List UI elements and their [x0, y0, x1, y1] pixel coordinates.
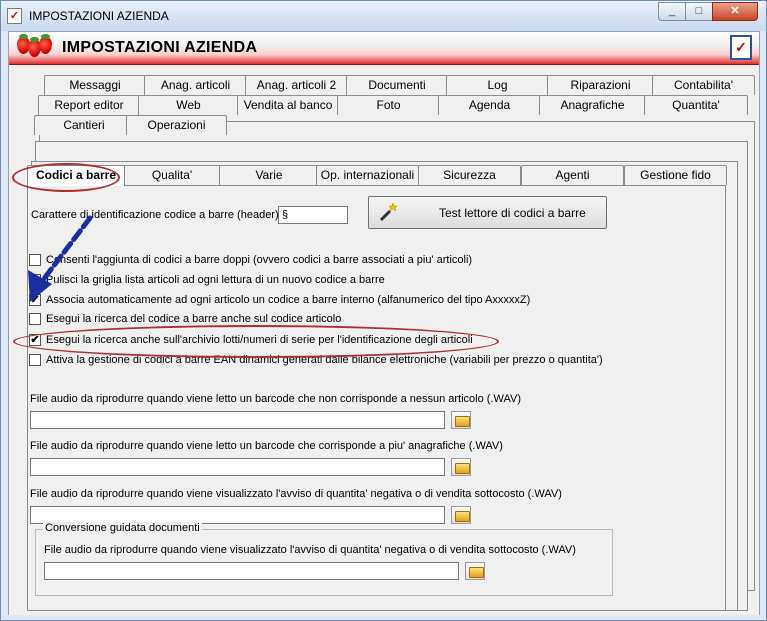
document-conversion-group: Conversione guidata documenti File audio…: [35, 522, 613, 596]
annotation-circle: [12, 163, 120, 192]
tab-gestione-fido[interactable]: Gestione fido: [624, 165, 727, 185]
audio-multiple-input[interactable]: [30, 458, 445, 476]
audio-multiple-label: File audio da riprodurre quando viene le…: [30, 440, 503, 452]
close-button[interactable]: ✕: [712, 2, 758, 21]
header-char-input[interactable]: §: [278, 206, 348, 224]
checkbox-row[interactable]: Consenti l'aggiunta di codici a barre do…: [29, 254, 709, 268]
maximize-button[interactable]: □: [685, 2, 713, 21]
tab-agenti[interactable]: Agenti: [521, 165, 624, 185]
tab-cantieri[interactable]: Cantieri: [34, 115, 134, 135]
checkbox-label: Consenti l'aggiunta di codici a barre do…: [46, 254, 473, 266]
app-icon: ✓: [7, 8, 22, 24]
test-barcode-reader-button[interactable]: Test lettore di codici a barre: [368, 196, 607, 229]
tab-vendita-al-banco[interactable]: Vendita al banco: [237, 95, 339, 115]
barcode-settings-panel: Carattere di identificazione codice a ba…: [27, 185, 726, 611]
tab-op-internazionali[interactable]: Op. internazionali: [316, 165, 419, 185]
folder-open-icon[interactable]: [465, 562, 485, 580]
test-button-label: Test lettore di codici a barre: [439, 206, 586, 220]
tab-qualita[interactable]: Qualita': [122, 165, 222, 185]
checkbox-label: Associa automaticamente ad ogni articolo…: [46, 294, 531, 306]
magic-wand-icon: [379, 202, 398, 222]
tab-messaggi[interactable]: Messaggi: [44, 75, 146, 95]
audio-negative-qty-label: File audio da riprodurre quando viene vi…: [30, 488, 562, 500]
settings-body: Messaggi Anag. articoli Anag. articoli 2…: [9, 66, 759, 615]
tab-web[interactable]: Web: [138, 95, 239, 115]
checkbox-row[interactable]: ✔ Pulisci la griglia lista articoli ad o…: [29, 274, 709, 288]
minimize-button[interactable]: _: [658, 2, 686, 21]
tab-quantita[interactable]: Quantita': [644, 95, 748, 115]
annotation-ellipse: [13, 325, 499, 358]
tab-sicurezza[interactable]: Sicurezza: [418, 165, 521, 185]
tab-documenti[interactable]: Documenti: [346, 75, 448, 95]
tab-report-editor[interactable]: Report editor: [38, 95, 140, 115]
tab-anag-articoli-2[interactable]: Anag. articoli 2: [245, 75, 348, 95]
audio-conversion-label: File audio da riprodurre quando viene vi…: [44, 544, 576, 556]
group-title: Conversione guidata documenti: [43, 522, 202, 534]
page-title: IMPOSTAZIONI AZIENDA: [62, 39, 258, 56]
folder-open-icon[interactable]: [451, 411, 471, 429]
tab-log[interactable]: Log: [446, 75, 549, 95]
tab-agenda[interactable]: Agenda: [438, 95, 541, 115]
arrow-annotation-icon: [28, 215, 93, 302]
app-window: ✓ IMPOSTAZIONI AZIENDA _ □ ✕ IMPOSTAZION…: [0, 0, 767, 621]
audio-no-article-input[interactable]: [30, 411, 445, 429]
folder-open-icon[interactable]: [451, 458, 471, 476]
title-bar: ✓ IMPOSTAZIONI AZIENDA _ □ ✕: [1, 1, 766, 31]
checkbox-label: Esegui la ricerca del codice a barre anc…: [46, 313, 342, 325]
strawberry-icon: [39, 34, 52, 54]
tab-operazioni[interactable]: Operazioni: [126, 115, 227, 135]
checkbox-row[interactable]: ✔ Associa automaticamente ad ogni artico…: [29, 294, 709, 308]
folder-open-icon[interactable]: [451, 506, 471, 524]
tab-anag-articoli[interactable]: Anag. articoli: [144, 75, 247, 95]
checklist-icon[interactable]: ✓: [730, 35, 752, 60]
tab-anagrafiche[interactable]: Anagrafiche: [539, 95, 646, 115]
checkbox-ean-dynamic-scales[interactable]: [29, 354, 41, 366]
tab-varie[interactable]: Varie: [219, 165, 319, 185]
checkbox-row[interactable]: Esegui la ricerca del codice a barre anc…: [29, 313, 709, 327]
tab-foto[interactable]: Foto: [337, 95, 440, 115]
tab-contabilita[interactable]: Contabilita': [652, 75, 755, 95]
header-banner: IMPOSTAZIONI AZIENDA ✓: [9, 32, 759, 65]
audio-no-article-label: File audio da riprodurre quando viene le…: [30, 393, 522, 405]
client-area: IMPOSTAZIONI AZIENDA ✓ Messaggi Anag. ar…: [8, 31, 760, 615]
tab-riparazioni[interactable]: Riparazioni: [547, 75, 654, 95]
checkbox-search-article-code[interactable]: [29, 313, 41, 325]
audio-conversion-input[interactable]: [44, 562, 459, 580]
window-title: IMPOSTAZIONI AZIENDA: [29, 9, 169, 23]
